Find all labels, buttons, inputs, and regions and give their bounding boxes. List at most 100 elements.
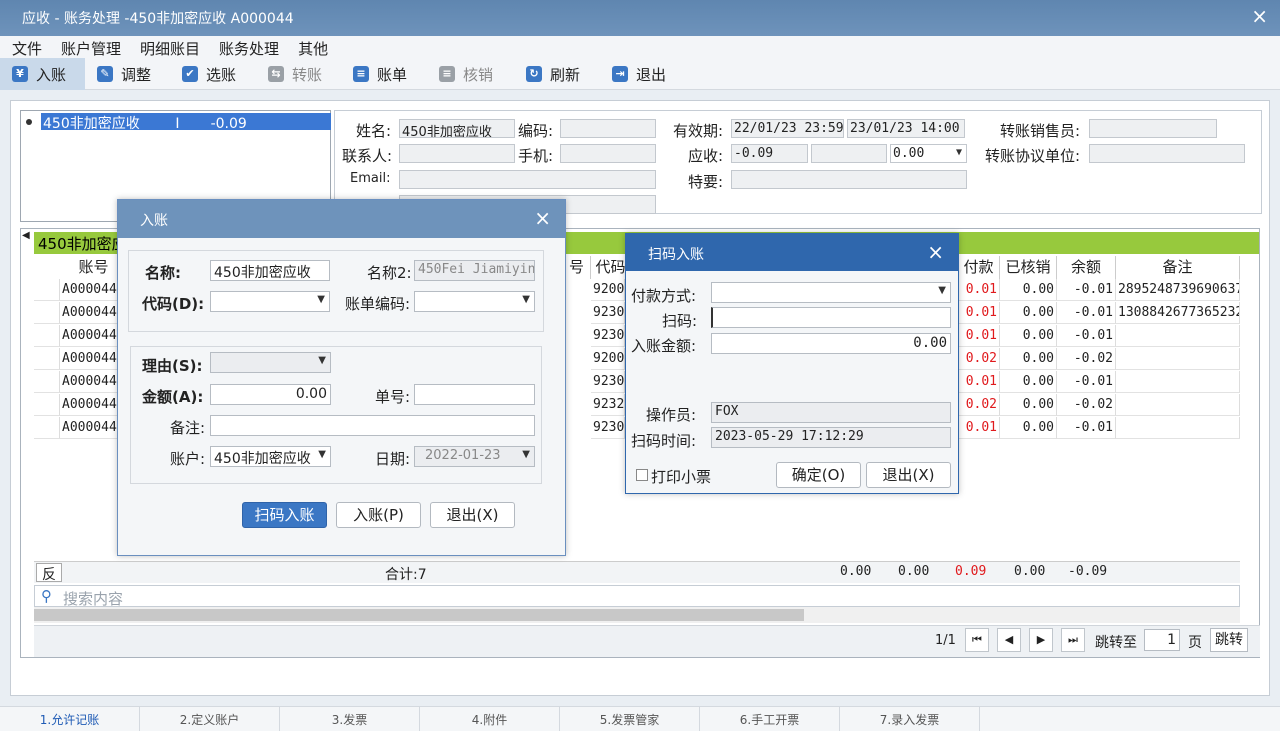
bottom-tab[interactable]: 5.发票管家 xyxy=(560,707,700,731)
bottom-tab[interactable]: 1.允许记账 xyxy=(0,707,140,731)
collapse-arrow-icon[interactable]: ◀ xyxy=(22,230,30,241)
sd-method-select[interactable]: ▼ xyxy=(711,282,951,303)
menu-account[interactable]: 账户管理 xyxy=(49,36,121,58)
table-cell: 28952487396906377 xyxy=(1116,279,1240,301)
row-selector[interactable] xyxy=(34,279,60,301)
table-cell: 0.00 xyxy=(1000,417,1057,439)
column-header[interactable]: 余额 xyxy=(1057,256,1116,279)
toolbar-refresh-button[interactable]: ↻ 刷新 xyxy=(514,58,600,90)
sd-ok-button[interactable]: 确定(O) xyxy=(776,462,861,488)
toolbar-yen-button[interactable]: ¥ 入账 xyxy=(0,58,85,90)
chevron-down-icon: ▼ xyxy=(938,285,946,296)
pd-name-field[interactable]: 450非加密应收 xyxy=(210,260,330,281)
toolbar-transfer-button[interactable]: ⇆ 转账 xyxy=(256,58,341,90)
menu-bar: 文件 账户管理 明细账目 账务处理 其他 xyxy=(0,36,1280,58)
receivable-field-2 xyxy=(811,144,887,163)
scan-post-button[interactable]: 扫码入账 xyxy=(242,502,327,528)
code-label: 编码: xyxy=(518,122,554,140)
column-header[interactable]: 备注 xyxy=(1116,256,1240,279)
toolbar-writeoff-button[interactable]: ≡ 核销 xyxy=(427,58,514,90)
last-page-icon[interactable]: ⏭ xyxy=(1061,628,1085,652)
sd-amount-field[interactable]: 0.00 xyxy=(711,333,951,354)
row-selector[interactable] xyxy=(34,325,60,347)
horizontal-scrollbar[interactable] xyxy=(34,607,1240,623)
sd-exit-button[interactable]: 退出(X) xyxy=(866,462,951,488)
toolbar-label: 刷新 xyxy=(550,65,581,84)
check-icon: ✔ xyxy=(182,66,198,82)
prev-page-icon[interactable]: ◀ xyxy=(997,628,1021,652)
column-header[interactable]: 已核销 xyxy=(1000,256,1057,279)
scan-dialog: 扫码入账 × xyxy=(625,233,959,494)
table-cell: -0.02 xyxy=(1057,348,1116,370)
close-window-icon[interactable]: × xyxy=(1251,6,1268,26)
row-selector[interactable] xyxy=(34,348,60,370)
code-field xyxy=(560,119,656,138)
reverse-button[interactable]: 反 xyxy=(36,563,62,583)
bottom-tab[interactable]: 7.录入发票 xyxy=(840,707,980,731)
pd-ticket-label: 单号: xyxy=(375,388,411,406)
print-receipt-checkbox[interactable] xyxy=(636,469,648,481)
page-number-input[interactable]: 1 xyxy=(1144,629,1180,651)
pd-reason-select: ▼ xyxy=(210,352,331,373)
print-receipt-label: 打印小票 xyxy=(651,468,712,486)
sd-scan-label: 扫码: xyxy=(662,312,698,330)
table-cell: A000044 xyxy=(60,417,120,439)
refresh-icon: ↻ xyxy=(526,66,542,82)
receivable-select[interactable]: 0.00 ▼ xyxy=(890,144,967,163)
close-icon[interactable]: × xyxy=(927,240,944,264)
row-selector[interactable] xyxy=(34,302,60,324)
bottom-tab[interactable]: 4.附件 xyxy=(420,707,560,731)
menu-file[interactable]: 文件 xyxy=(0,36,42,58)
sd-scan-input[interactable] xyxy=(711,307,951,328)
pd-bill-code-select[interactable]: ▼ xyxy=(414,291,535,312)
sd-time-label: 扫码时间: xyxy=(631,432,697,450)
chevron-down-icon: ▼ xyxy=(522,294,530,305)
toolbar-check-button[interactable]: ✔ 选账 xyxy=(170,58,256,90)
pd-amount-field[interactable]: 0.00 xyxy=(210,384,331,405)
table-cell: 9230 xyxy=(591,325,625,347)
row-selector[interactable] xyxy=(34,394,60,416)
pd-ticket-field[interactable] xyxy=(414,384,535,405)
pd-note-field[interactable] xyxy=(210,415,535,436)
tree-item-selected[interactable]: 450非加密应收 I -0.09 xyxy=(41,113,331,132)
pd-code-select[interactable]: ▼ xyxy=(210,291,330,312)
table-cell xyxy=(1116,417,1240,439)
pd-account-select[interactable]: 450非加密应收 ▼ xyxy=(210,446,331,467)
jump-button[interactable]: 跳转 xyxy=(1210,628,1248,652)
bill-icon: ≡ xyxy=(353,66,369,82)
post-button[interactable]: 入账(P) xyxy=(336,502,421,528)
search-input[interactable]: 搜索内容 xyxy=(34,585,1240,608)
bottom-tab[interactable]: 3.发票 xyxy=(280,707,420,731)
menu-finance[interactable]: 账务处理 xyxy=(207,36,279,58)
tree-bullet-icon xyxy=(26,119,32,125)
table-cell: 0.01 xyxy=(958,325,1000,347)
close-icon[interactable]: × xyxy=(534,206,551,230)
menu-detail[interactable]: 明细账目 xyxy=(128,36,200,58)
pd-name2-field: 450Fei Jiamiying xyxy=(414,260,535,281)
pd-note-label: 备注: xyxy=(170,419,206,437)
sd-operator-field: FOX xyxy=(711,402,951,423)
toolbar-adjust-button[interactable]: ✎ 调整 xyxy=(85,58,170,90)
title-bar: 应收 - 账务处理 -450非加密应收 A000044 × xyxy=(0,0,1280,36)
summary-value: 0.00 xyxy=(898,564,930,579)
toolbar-bill-button[interactable]: ≡ 账单 xyxy=(341,58,427,90)
pd-name-label: 名称: xyxy=(145,264,181,282)
row-selector[interactable] xyxy=(34,417,60,439)
next-page-icon[interactable]: ▶ xyxy=(1029,628,1053,652)
table-cell: 9230 xyxy=(591,371,625,393)
table-cell: 0.00 xyxy=(1000,394,1057,416)
table-cell: A000044 xyxy=(60,325,120,347)
receivable-select-value: 0.00 xyxy=(893,146,925,161)
pd-exit-button[interactable]: 退出(X) xyxy=(430,502,515,528)
table-cell: A000044 xyxy=(60,348,120,370)
first-page-icon[interactable]: ⏮ xyxy=(965,628,989,652)
pd-date-value: 2022-01-23 xyxy=(425,448,501,463)
toolbar-exit-button[interactable]: ⇥ 退出 xyxy=(600,58,685,90)
scroll-thumb[interactable] xyxy=(34,609,804,621)
menu-other[interactable]: 其他 xyxy=(286,36,328,58)
bottom-tab[interactable]: 6.手工开票 xyxy=(700,707,840,731)
bottom-tab[interactable]: 2.定义账户 xyxy=(140,707,280,731)
column-header[interactable]: 号 xyxy=(563,256,591,279)
column-header[interactable]: 付款 xyxy=(958,256,1000,279)
row-selector[interactable] xyxy=(34,371,60,393)
